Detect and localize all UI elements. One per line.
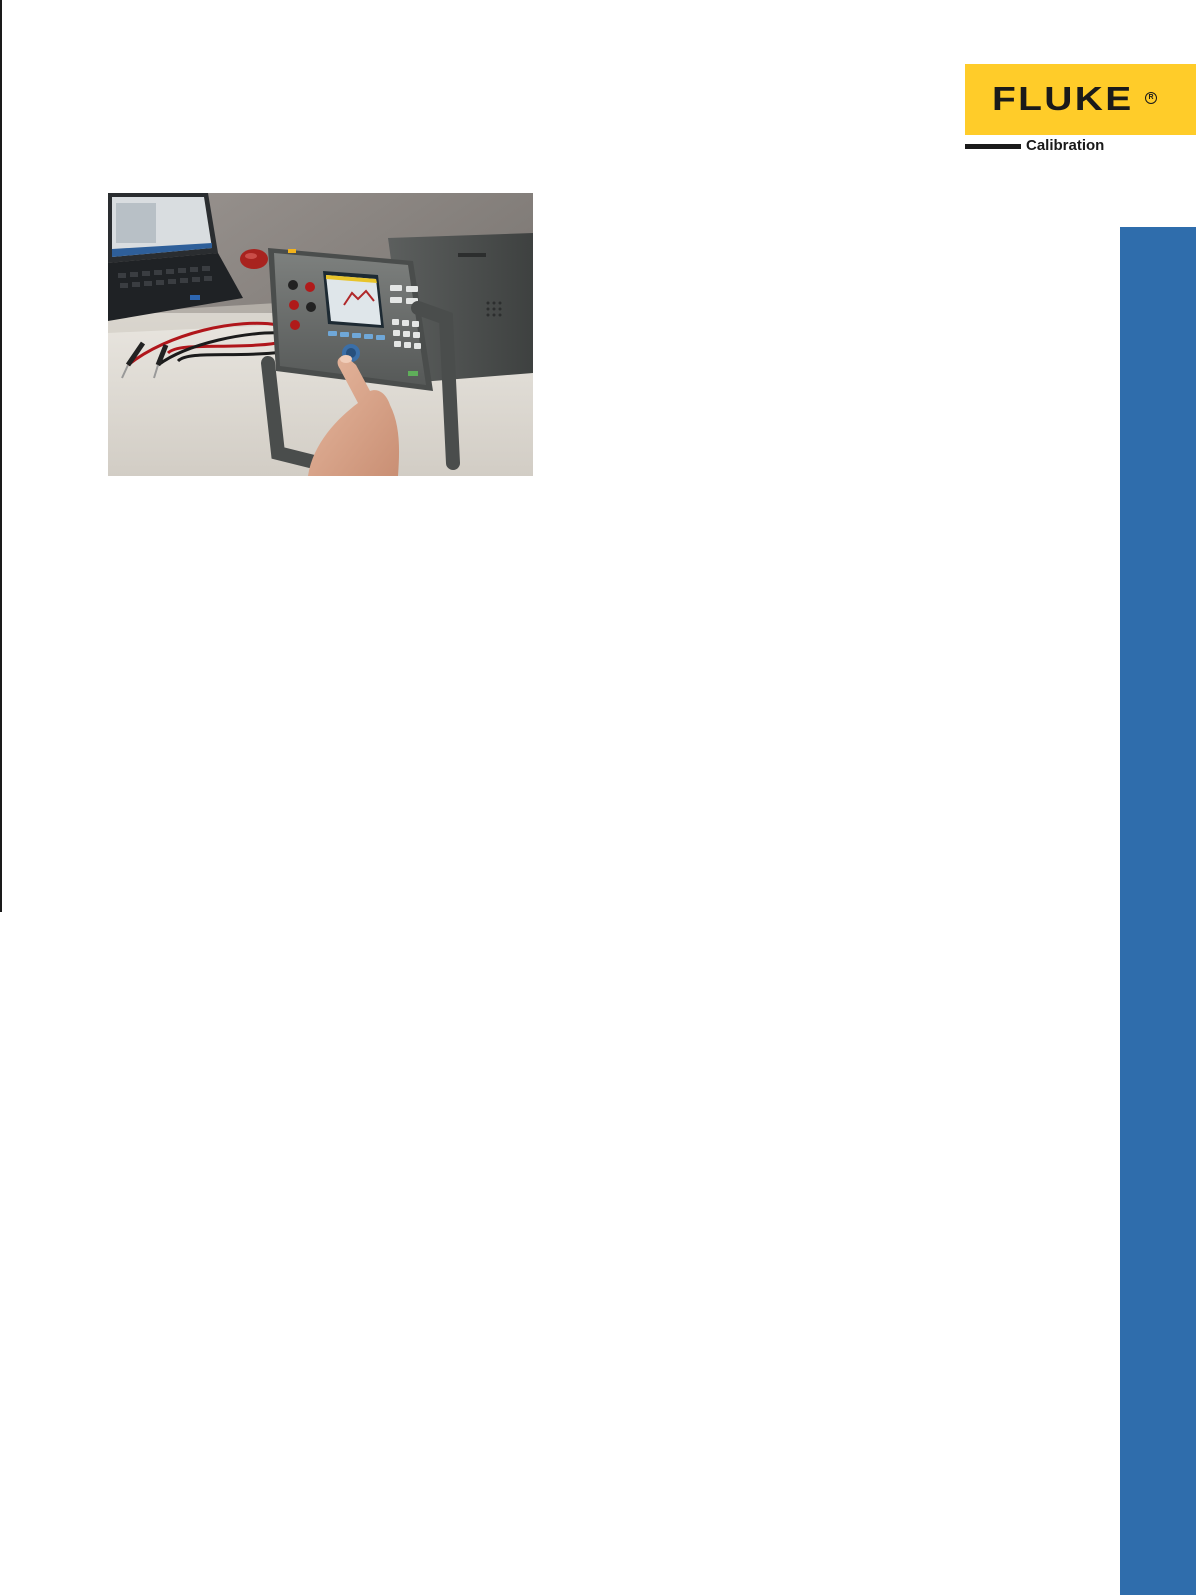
- logo-division-label: Calibration: [1026, 137, 1105, 154]
- side-accent-band: [1120, 227, 1196, 1595]
- registered-mark-icon: R: [1145, 92, 1157, 104]
- logo-underline-bar: [965, 144, 1021, 149]
- logo-wordmark: FLUKE: [992, 80, 1134, 117]
- logo-yellow-block: FLUKE R: [965, 64, 1196, 135]
- product-photo: [108, 193, 533, 476]
- left-edge-rule: [0, 0, 2, 912]
- product-photo-illustration: [108, 193, 533, 476]
- fluke-calibration-logo: FLUKE R Calibration: [965, 64, 1196, 158]
